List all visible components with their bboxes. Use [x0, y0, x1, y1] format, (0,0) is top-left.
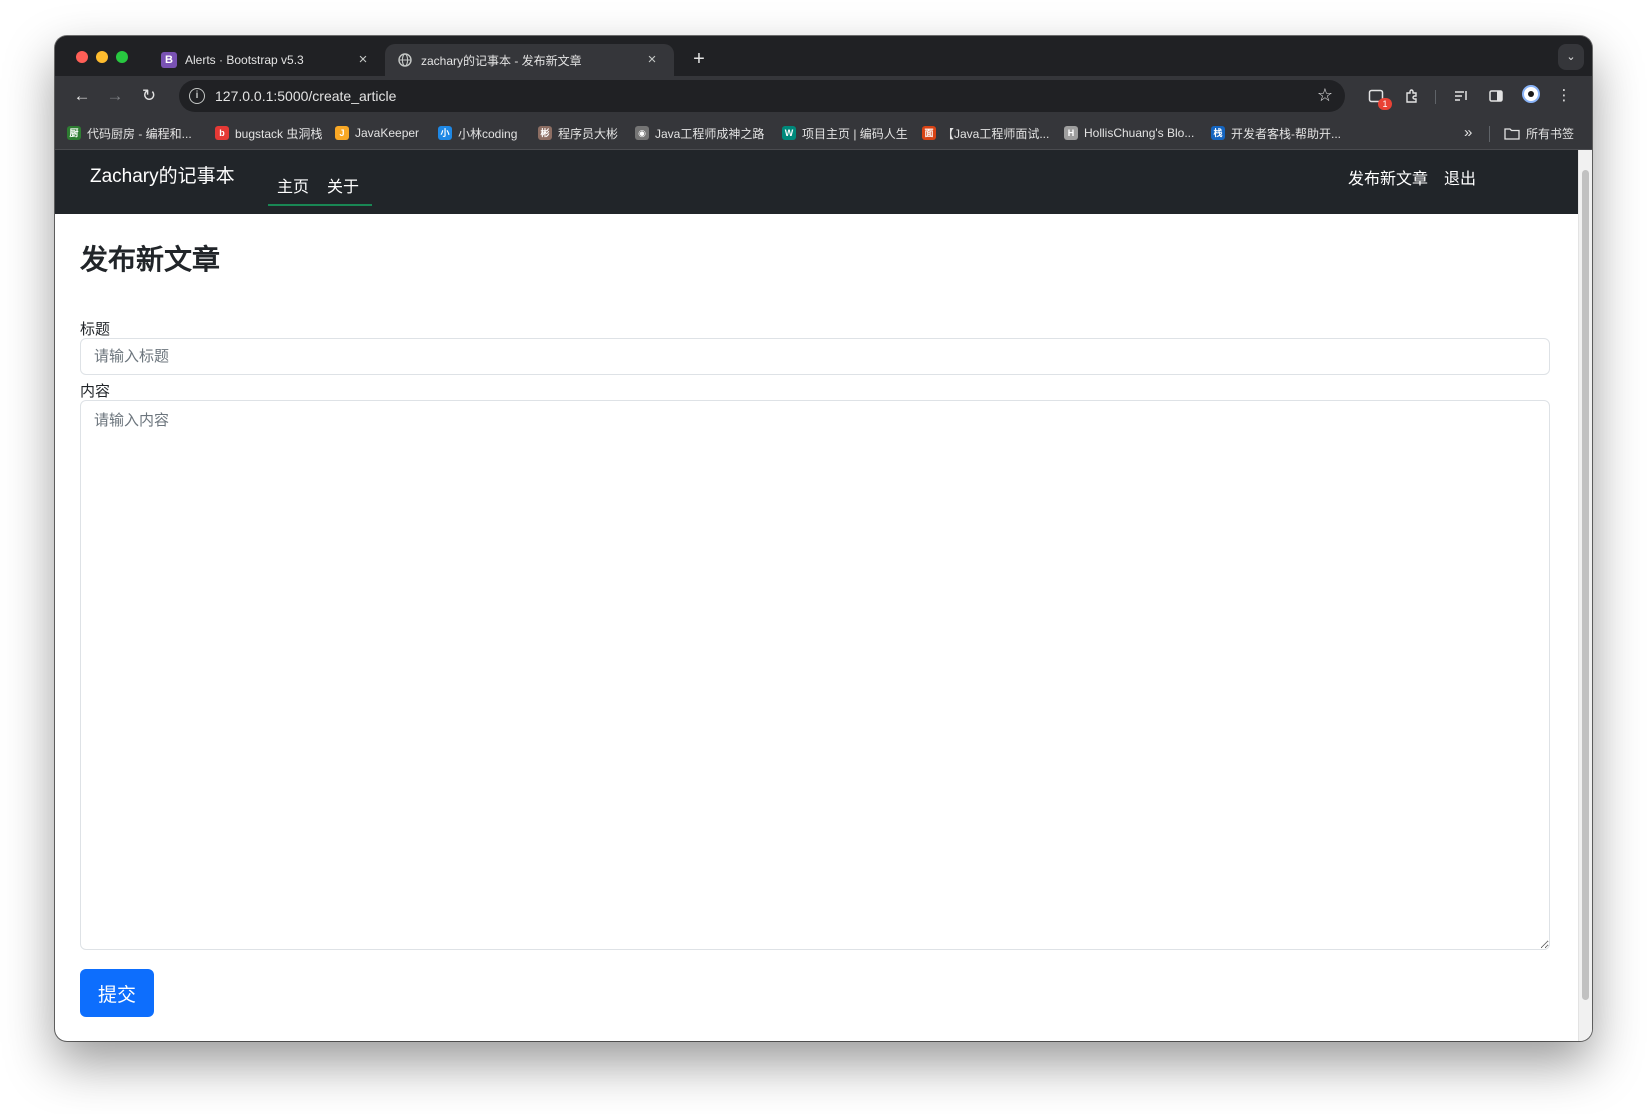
bookmark-label: JavaKeeper: [355, 126, 420, 140]
bookmark-item[interactable]: ◉ Java工程师成神之路: [635, 125, 764, 141]
back-icon[interactable]: ←: [70, 84, 94, 108]
tab-title: zachary的记事本 - 发布新文章: [421, 53, 582, 68]
new-tab-button[interactable]: +: [687, 48, 711, 72]
reload-icon[interactable]: ↻: [137, 84, 161, 108]
site-navbar: Zachary的记事本 主页 关于 发布新文章 退出: [55, 150, 1578, 214]
url-text[interactable]: 127.0.0.1:5000/create_article: [215, 88, 396, 104]
tab-strip: B Alerts · Bootstrap v5.3 × zachary的记事本 …: [55, 36, 1592, 76]
extensions-puzzle-icon[interactable]: [1400, 84, 1424, 108]
site-info-icon[interactable]: i: [189, 88, 205, 104]
tab-create-article[interactable]: zachary的记事本 - 发布新文章 ×: [385, 44, 674, 76]
bookmark-label: 开发者客栈-帮助开...: [1231, 126, 1341, 141]
tab-search-button[interactable]: ⌄: [1558, 44, 1584, 70]
bookmark-item[interactable]: 厨代码厨房 - 编程和...: [67, 125, 192, 141]
bookmark-label: 【Java工程师面试...: [942, 126, 1050, 141]
minimize-window-button[interactable]: [96, 51, 108, 63]
bookmark-favicon-icon: W: [782, 126, 796, 140]
title-label: 标题: [80, 321, 111, 338]
extension-badge: 1: [1378, 98, 1392, 110]
bookmark-item[interactable]: W 项目主页 | 编码人生: [782, 125, 908, 141]
all-bookmarks-folder[interactable]: 所有书签: [1504, 125, 1574, 141]
toolbar-divider: [1435, 90, 1436, 104]
bookmark-label: HollisChuang's Blo...: [1084, 126, 1195, 140]
bookmark-item[interactable]: 面【Java工程师面试...: [922, 125, 1049, 141]
page-viewport: Zachary的记事本 主页 关于 发布新文章 退出 发布新文章 标题 内容 提…: [55, 150, 1592, 1041]
bookmark-favicon-icon: 栈: [1211, 126, 1225, 140]
all-bookmarks-label: 所有书签: [1526, 126, 1575, 141]
extension-icon[interactable]: 1: [1364, 84, 1392, 110]
nav-links-group: 主页 关于: [268, 150, 372, 206]
nav-link-logout[interactable]: 退出: [1444, 165, 1476, 189]
close-tab-icon[interactable]: ×: [644, 52, 660, 68]
forward-icon[interactable]: →: [103, 84, 127, 108]
bookmarks-overflow-icon[interactable]: »: [1464, 124, 1472, 141]
bookmark-favicon-icon: 面: [922, 126, 936, 140]
tab-alerts-bootstrap[interactable]: B Alerts · Bootstrap v5.3 ×: [149, 44, 385, 76]
nav-link-home[interactable]: 主页: [277, 173, 309, 197]
bookmark-label: 项目主页 | 编码人生: [802, 126, 908, 141]
bookmark-item[interactable]: b bugstack 虫洞栈: [215, 125, 322, 141]
maximize-window-button[interactable]: [116, 51, 128, 63]
submit-button[interactable]: 提交: [80, 969, 154, 1017]
media-control-icon[interactable]: [1449, 84, 1473, 108]
bookmark-item[interactable]: 栈开发者客栈-帮助开...: [1211, 125, 1341, 141]
bookmark-star-icon[interactable]: ☆: [1317, 85, 1333, 106]
browser-menu-icon[interactable]: ⋮: [1552, 84, 1576, 108]
bookmark-favicon-icon: b: [215, 126, 229, 140]
side-panel-icon[interactable]: [1484, 84, 1508, 108]
nav-link-about[interactable]: 关于: [327, 173, 359, 197]
title-input[interactable]: [80, 338, 1550, 375]
bookmarks-divider: [1489, 126, 1490, 142]
content-label: 内容: [80, 383, 111, 400]
browser-window: B Alerts · Bootstrap v5.3 × zachary的记事本 …: [55, 36, 1592, 1041]
profile-avatar-icon[interactable]: [1522, 85, 1540, 103]
bookmark-label: 程序员大彬: [558, 126, 619, 141]
bookmark-label: Java工程师成神之路: [655, 126, 765, 141]
bookmark-favicon-icon: 厨: [67, 126, 81, 140]
bootstrap-favicon-icon: B: [161, 52, 177, 68]
close-tab-icon[interactable]: ×: [355, 52, 371, 68]
bookmark-item[interactable]: H HollisChuang's Blo...: [1064, 125, 1194, 141]
bookmark-favicon-icon: ◉: [635, 126, 649, 140]
nav-link-create-article[interactable]: 发布新文章: [1348, 165, 1428, 189]
page-title: 发布新文章: [80, 244, 221, 275]
bookmark-label: 代码厨房 - 编程和...: [87, 126, 192, 141]
bookmark-item[interactable]: 彬程序员大彬: [538, 125, 618, 141]
close-window-button[interactable]: [76, 51, 88, 63]
site-brand[interactable]: Zachary的记事本: [90, 161, 235, 188]
content-textarea[interactable]: [80, 400, 1550, 950]
scrollbar-thumb[interactable]: [1582, 170, 1589, 1000]
bookmark-favicon-icon: H: [1064, 126, 1078, 140]
tab-title: Alerts · Bootstrap v5.3: [185, 53, 304, 67]
globe-favicon-icon: [397, 52, 413, 68]
bookmark-item[interactable]: J JavaKeeper: [335, 125, 419, 141]
browser-toolbar: ← → ↻ i 127.0.0.1:5000/create_article ☆ …: [55, 76, 1592, 116]
bookmark-label: 小林coding: [458, 126, 518, 141]
bookmark-label: bugstack 虫洞栈: [235, 126, 323, 141]
bookmark-item[interactable]: 小小林coding: [438, 125, 517, 141]
bookmark-favicon-icon: J: [335, 126, 349, 140]
bookmarks-bar: » 所有书签 厨代码厨房 - 编程和... b bugstack 虫洞栈 J JavaK…: [55, 116, 1592, 150]
address-bar[interactable]: i 127.0.0.1:5000/create_article ☆: [179, 80, 1345, 112]
bookmark-favicon-icon: 彬: [538, 126, 552, 140]
page-scrollbar[interactable]: [1578, 150, 1592, 1041]
bookmark-favicon-icon: 小: [438, 126, 452, 140]
